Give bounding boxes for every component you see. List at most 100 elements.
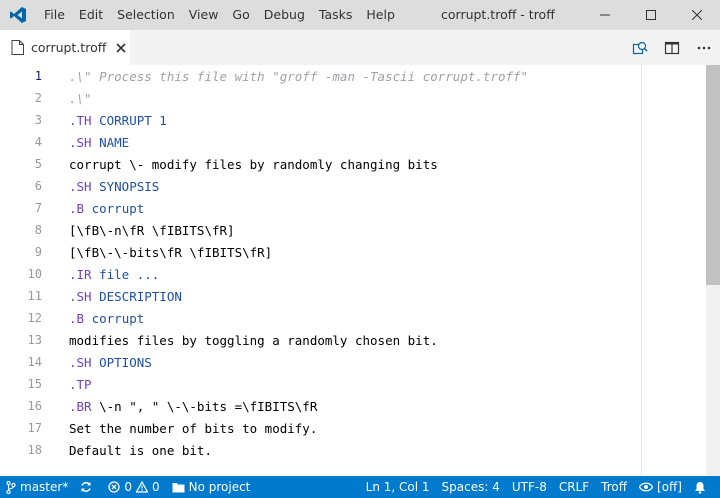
line-code: .B corrupt <box>69 201 144 216</box>
code-token-arg: OPTIONS <box>91 354 152 370</box>
error-count: 0 <box>124 480 132 494</box>
scrollbar-thumb[interactable] <box>706 65 720 285</box>
code-token-arg: corrupt <box>84 310 145 326</box>
line-number: 1 <box>34 69 42 83</box>
code-line[interactable]: 14 .SH OPTIONS <box>0 351 640 373</box>
minimize-icon <box>600 14 610 16</box>
code-line[interactable]: 8 [\fB\-n\fR \fIBITS\fR] <box>0 219 640 241</box>
code-token-macro: .TH <box>69 112 92 128</box>
code-line[interactable]: 1 .\" Process this file with "groff -man … <box>0 65 640 87</box>
code-line[interactable]: 15 .TP <box>0 373 640 395</box>
line-number: 15 <box>27 377 42 391</box>
code-line[interactable]: 10 .IR file ... <box>0 263 640 285</box>
code-line[interactable]: 11 .SH DESCRIPTION <box>0 285 640 307</box>
code-line[interactable]: 18 Default is one bit. <box>0 439 640 461</box>
line-number: 13 <box>27 333 42 347</box>
code-token-macro: .BR <box>69 398 92 414</box>
menu-help[interactable]: Help <box>359 0 402 30</box>
code-token-macro: .IR <box>69 266 92 282</box>
code-line[interactable]: 9 [\fB\-\-bits\fR \fIBITS\fR] <box>0 241 640 263</box>
code-editor[interactable]: 1 .\" Process this file with "groff -man … <box>0 65 720 476</box>
cursor-position[interactable]: Ln 1, Col 1 <box>360 476 436 498</box>
eol-status[interactable]: CRLF <box>553 476 595 498</box>
line-code: Set the number of bits to modify. <box>69 421 317 436</box>
code-token-arg: file ... <box>91 266 160 282</box>
git-branch-status[interactable]: master* <box>0 476 74 498</box>
code-line[interactable]: 7 .B corrupt <box>0 197 640 219</box>
menu-view[interactable]: View <box>182 0 226 30</box>
editor-actions <box>624 30 720 65</box>
close-window-button[interactable] <box>674 0 720 30</box>
eye-toggle[interactable]: [off] <box>633 476 688 498</box>
code-token-macro: .SH <box>69 178 92 194</box>
menu-edit[interactable]: Edit <box>72 0 110 30</box>
line-number: 11 <box>27 289 42 303</box>
menu-bar: File Edit Selection View Go Debug Tasks … <box>37 0 402 30</box>
language-mode[interactable]: Troff <box>595 476 633 498</box>
menu-go[interactable]: Go <box>225 0 256 30</box>
problems-status[interactable]: 0 0 <box>102 476 165 498</box>
line-number: 4 <box>34 135 42 149</box>
more-actions-button[interactable] <box>688 30 720 65</box>
sync-icon <box>81 482 92 492</box>
open-changes-button[interactable] <box>624 30 656 65</box>
line-number: 10 <box>27 267 42 281</box>
line-code: Default is one bit. <box>69 443 212 458</box>
window-title: corrupt.troff - troff <box>441 7 555 22</box>
menu-selection[interactable]: Selection <box>110 0 182 30</box>
line-number: 2 <box>34 91 42 105</box>
folder-icon <box>172 482 185 492</box>
code-line[interactable]: 17 Set the number of bits to modify. <box>0 417 640 439</box>
code-token-arg: SYNOPSIS <box>91 178 160 194</box>
vscode-logo-icon[interactable] <box>9 6 27 24</box>
code-line[interactable]: 4 .SH NAME <box>0 131 640 153</box>
split-editor-button[interactable] <box>656 30 688 65</box>
notifications-button[interactable] <box>688 476 716 498</box>
code-line[interactable]: 13 modifies files by toggling a randomly … <box>0 329 640 351</box>
code-token-macro: .B <box>69 310 85 326</box>
code-line[interactable]: 2 .\" <box>0 87 640 109</box>
menu-file[interactable]: File <box>37 0 72 30</box>
maximize-button[interactable] <box>628 0 674 30</box>
code-token-text: \-n ", " \-\-bits =\fIBITS\fR <box>91 398 318 414</box>
line-number: 3 <box>34 113 42 127</box>
encoding-status[interactable]: UTF-8 <box>506 476 553 498</box>
vertical-scrollbar[interactable] <box>706 65 720 476</box>
menu-debug[interactable]: Debug <box>257 0 312 30</box>
project-label: No project <box>188 480 251 494</box>
line-code: .SH DESCRIPTION <box>69 289 182 304</box>
warning-count: 0 <box>151 480 160 494</box>
code-line[interactable]: 3 .TH CORRUPT 1 <box>0 109 640 131</box>
sync-status[interactable] <box>74 476 102 498</box>
minimize-button[interactable] <box>582 0 628 30</box>
line-code: .SH NAME <box>69 135 129 150</box>
warning-icon <box>135 481 148 493</box>
code-line[interactable]: 5 corrupt \- modify files by randomly cha… <box>0 153 640 175</box>
menu-tasks[interactable]: Tasks <box>312 0 360 30</box>
code-token-arg: CORRUPT 1 <box>91 112 167 128</box>
code-token-macro: .SH <box>69 354 92 370</box>
code-token-macro: .TP <box>69 376 92 392</box>
code-token-text: [\fB\-\-bits\fR \fIBITS\fR] <box>69 244 273 260</box>
line-number: 6 <box>34 179 42 193</box>
line-number: 17 <box>27 421 42 435</box>
eye-icon <box>639 482 654 492</box>
line-code: .BR \-n ", " \-\-bits =\fIBITS\fR <box>69 399 317 414</box>
code-token-text: modifies files by toggling a randomly ch… <box>69 332 438 348</box>
tab-corrupt-troff[interactable]: corrupt.troff <box>0 30 130 65</box>
project-status[interactable]: No project <box>166 476 257 498</box>
indentation-status[interactable]: Spaces: 4 <box>436 476 506 498</box>
error-icon <box>108 481 120 493</box>
code-line[interactable]: 12 .B corrupt <box>0 307 640 329</box>
eye-label: [off] <box>657 480 682 494</box>
code-token-comment: .\" Process this file with "groff -man -… <box>69 68 529 84</box>
close-icon[interactable] <box>116 42 126 53</box>
code-token-text: corrupt \- modify files by randomly chan… <box>69 156 438 172</box>
line-code: .TH CORRUPT 1 <box>69 113 167 128</box>
code-token-text: [\fB\-n\fR \fIBITS\fR] <box>69 222 235 238</box>
code-token-arg: NAME <box>91 134 130 150</box>
code-line[interactable]: 6 .SH SYNOPSIS <box>0 175 640 197</box>
code-line[interactable]: 16 .BR \-n ", " \-\-bits =\fIBITS\fR <box>0 395 640 417</box>
line-code: corrupt \- modify files by randomly chan… <box>69 157 438 172</box>
status-bar: master* 0 0 No project Ln 1, Col 1 Space… <box>0 476 720 498</box>
